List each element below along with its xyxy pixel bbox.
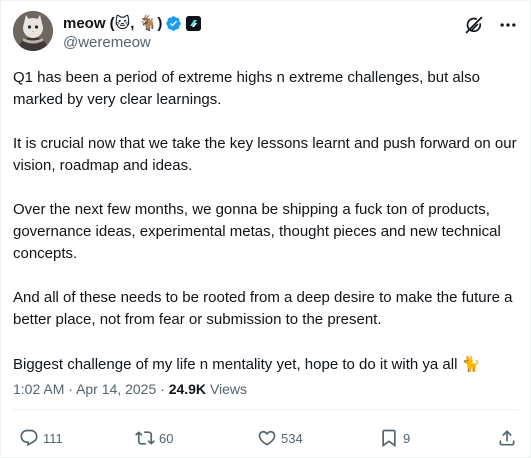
share-icon xyxy=(499,430,515,446)
tweet-paragraph: Q1 has been a period of extreme highs n … xyxy=(13,69,485,108)
meta-separator: · xyxy=(160,381,165,397)
avatar-image xyxy=(13,11,53,51)
share-button[interactable] xyxy=(497,423,517,453)
reply-icon xyxy=(20,429,38,447)
tweet-paragraph-text: Biggest challenge of my life n mentality… xyxy=(13,356,458,373)
like-button[interactable]: 534 xyxy=(257,423,303,453)
retweet-count: 60 xyxy=(159,430,174,446)
action-bar: 111 60 534 9 xyxy=(13,423,518,453)
tweet-paragraph: It is crucial now that we take the key l… xyxy=(13,135,521,174)
tweet-paragraph-last: Biggest challenge of my life n mentality… xyxy=(13,353,518,376)
reply-button[interactable]: 111 xyxy=(19,423,63,453)
bookmark-icon xyxy=(382,429,396,448)
affiliation-badge-icon[interactable] xyxy=(186,15,202,31)
like-count: 534 xyxy=(281,430,303,446)
tweet-meta: 1:02 AM · Apr 14, 2025 · 24.9K Views xyxy=(13,381,247,397)
tweet-paragraph: Over the next few months, we gonna be sh… xyxy=(13,201,505,262)
avatar[interactable] xyxy=(13,11,53,51)
tweet-paragraph: And all of these needs to be rooted from… xyxy=(13,289,517,328)
views-count[interactable]: 24.9K xyxy=(169,381,206,397)
tweet-time[interactable]: 1:02 AM xyxy=(13,381,64,397)
display-name[interactable]: meow (🐱, 🐐) xyxy=(63,14,162,32)
cat-emoji: 🐈 xyxy=(461,355,481,373)
like-icon xyxy=(258,430,276,446)
verified-badge-icon xyxy=(165,15,182,32)
retweet-button[interactable]: 60 xyxy=(135,423,173,453)
tweet-text: Q1 has been a period of extreme highs n … xyxy=(13,67,518,376)
grok-icon[interactable] xyxy=(464,15,484,35)
tweet-header: meow (🐱, 🐐) @weremeow xyxy=(13,11,518,55)
meta-separator: · xyxy=(68,381,73,397)
bookmark-count: 9 xyxy=(403,430,411,446)
tweet-card: meow (🐱, 🐐) @weremeow Q1 has been a peri… xyxy=(0,0,531,458)
divider xyxy=(13,409,518,410)
author-handle[interactable]: @weremeow xyxy=(63,33,201,53)
bookmark-button[interactable]: 9 xyxy=(379,423,410,453)
author-names: meow (🐱, 🐐) @weremeow xyxy=(63,13,202,53)
reply-count: 111 xyxy=(43,430,63,446)
retweet-icon xyxy=(135,431,155,445)
views-label: Views xyxy=(209,381,248,397)
tweet-date[interactable]: Apr 14, 2025 xyxy=(76,381,156,397)
more-icon[interactable] xyxy=(498,15,518,35)
header-actions xyxy=(464,15,518,35)
